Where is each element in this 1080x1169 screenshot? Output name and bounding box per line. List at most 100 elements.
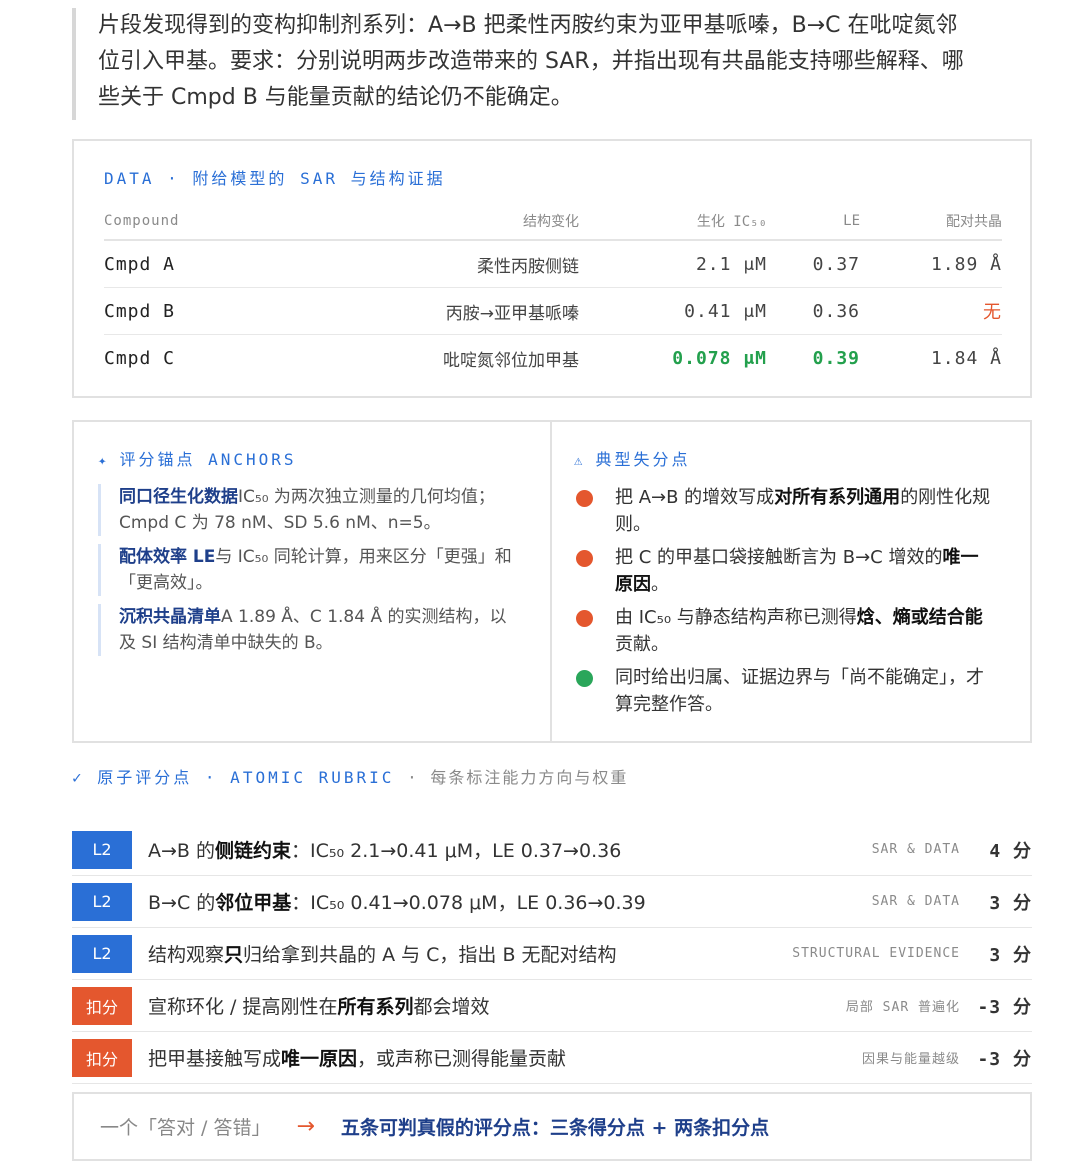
red-dot-icon <box>576 490 593 507</box>
rubric-bold: 所有系列 <box>337 996 414 1018</box>
rubric-tag: 局部 SAR 普遍化 <box>845 1000 960 1015</box>
rubric-row: L2 A→B 的侧链约束：IC₅₀ 2.1→0.41 μM，LE 0.37→0.… <box>72 824 1032 876</box>
mistake-item: 把 C 的甲基口袋接触断言为 B→C 增效的唯一原因。 <box>574 544 994 598</box>
rubric-points: 3 分 <box>960 889 1032 915</box>
cell-le-best: 0.39 <box>812 348 860 369</box>
table-row: Cmpd A 柔性丙胺侧链 2.1 μM 0.37 1.89 Å <box>104 241 1002 288</box>
rubric-tag: STRUCTURAL EVIDENCE <box>792 946 960 961</box>
mistake-text-end: 。 <box>651 574 669 595</box>
cell-cocrystal: 1.89 Å <box>930 253 1002 275</box>
points-unit: 分 <box>1013 996 1032 1018</box>
header-compound: Compound <box>104 213 180 229</box>
rubric-row: L2 结构观察只归给拿到共晶的 A 与 C，指出 B 无配对结构 STRUCTU… <box>72 928 1032 980</box>
intro-line-2: 位引入甲基。要求：分别说明两步改造带来的 SAR，并指出现有共晶能支持哪些解释、… <box>98 49 964 74</box>
rubric-bold: 侧链约束 <box>215 840 292 862</box>
rubric-tag: SAR & DATA <box>871 842 960 857</box>
table-row: Cmpd B 丙胺→亚甲基哌嗪 0.41 μM 0.36 无 <box>104 288 1002 335</box>
mistakes-list: 把 A→B 的增效写成对所有系列通用的刚性化规则。 把 C 的甲基口袋接触断言为… <box>574 484 994 724</box>
cell-change: 丙胺→亚甲基哌嗪 <box>445 303 579 324</box>
cell-le: 0.37 <box>812 253 860 275</box>
summary-box: 一个「答对 / 答错」 → 五条可判真假的评分点：三条得分点 + 两条扣分点 <box>72 1092 1032 1161</box>
cell-cocrystal-missing: 无 <box>983 302 1002 323</box>
summary-right: 五条可判真假的评分点：三条得分点 + 两条扣分点 <box>340 1117 770 1139</box>
rubric-pre: A→B 的 <box>148 840 215 862</box>
red-dot-icon <box>576 610 593 627</box>
level-badge: L2 <box>72 882 132 921</box>
rubric-bold: 邻位甲基 <box>215 892 292 914</box>
anchor-item: 同口径生化数据IC₅₀ 为两次独立测量的几何均值；Cmpd C 为 78 nM、… <box>98 484 518 536</box>
rubric-post: 归给拿到共晶的 A 与 C，指出 B 无配对结构 <box>243 944 617 966</box>
mistake-text: 把 C 的甲基口袋接触断言为 B→C 增效的 <box>615 547 943 568</box>
mistake-item: 把 A→B 的增效写成对所有系列通用的刚性化规则。 <box>574 484 994 538</box>
mistake-text: 由 IC₅₀ 与静态结构声称已测得 <box>615 607 857 628</box>
anchor-item: 配体效率 LE与 IC₅₀ 同轮计算，用来区分「更强」和「更高效」。 <box>98 544 518 596</box>
rubric-post: 都会增效 <box>413 996 490 1018</box>
rubric-pre: 宣称环化 / 提高刚性在 <box>148 996 338 1018</box>
cell-change: 柔性丙胺侧链 <box>477 256 579 277</box>
rubric-points: 3 分 <box>960 941 1032 967</box>
anchors-column: ✦ 评分锚点 ANCHORS 同口径生化数据IC₅₀ 为两次独立测量的几何均值；C… <box>74 422 552 741</box>
rubric-row: 扣分 把甲基接触写成唯一原因，或声称已测得能量贡献 因果与能量越级 -3 分 <box>72 1032 1032 1084</box>
anchor-bold: 同口径生化数据 <box>119 487 238 507</box>
anchor-bold: 沉积共晶清单 <box>119 607 221 627</box>
anchors-title-text: 评分锚点 ANCHORS <box>119 450 297 469</box>
rubric-post: ：IC₅₀ 0.41→0.078 μM，LE 0.36→0.39 <box>291 892 646 914</box>
rubric-post: ：IC₅₀ 2.1→0.41 μM，LE 0.37→0.36 <box>291 840 622 862</box>
rubric-points: 4 分 <box>960 837 1032 863</box>
rubric-points: -3 分 <box>960 1045 1032 1071</box>
level-badge: L2 <box>72 934 132 973</box>
rubric-post: ，或声称已测得能量贡献 <box>357 1048 567 1070</box>
anchor-bold: 配体效率 LE <box>119 547 216 567</box>
mistake-bold: 对所有系列通用 <box>774 487 901 508</box>
cell-ic50: 0.41 μM <box>684 300 767 322</box>
rubric-pre: 结构观察 <box>148 944 225 966</box>
table-header: Compound 结构变化 生化 IC₅₀ LE 配对共晶 <box>104 203 1002 241</box>
data-panel: DATA · 附给模型的 SAR 与结构证据 Compound 结构变化 生化 … <box>72 139 1032 398</box>
rubric-row: L2 B→C 的邻位甲基：IC₅₀ 0.41→0.078 μM，LE 0.36→… <box>72 876 1032 928</box>
points-value: 4 <box>989 840 1002 862</box>
rubric-tag: SAR & DATA <box>871 894 960 909</box>
rubric-list: L2 A→B 的侧链约束：IC₅₀ 2.1→0.41 μM，LE 0.37→0.… <box>72 824 1032 1084</box>
data-panel-title: DATA · 附给模型的 SAR 与结构证据 <box>104 169 446 188</box>
check-icon: ✓ <box>72 768 85 787</box>
summary-left: 一个「答对 / 答错」 <box>100 1117 271 1139</box>
rubric-subtitle: · 每条标注能力方向与权重 <box>407 768 629 787</box>
mistake-item: 同时给出归属、证据边界与「尚不能确定」，才算完整作答。 <box>574 664 994 718</box>
penalty-badge: 扣分 <box>72 1038 132 1077</box>
rubric-text: B→C 的邻位甲基：IC₅₀ 0.41→0.078 μM，LE 0.36→0.3… <box>132 888 760 915</box>
points-unit: 分 <box>1013 944 1032 966</box>
anchors-title: ✦ 评分锚点 ANCHORS <box>98 446 297 470</box>
rubric-row: 扣分 宣称环化 / 提高刚性在所有系列都会增效 局部 SAR 普遍化 -3 分 <box>72 980 1032 1032</box>
rubric-title-text: 原子评分点 · ATOMIC RUBRIC <box>97 768 395 787</box>
intro-quote: 片段发现得到的变构抑制剂系列：A→B 把柔性丙胺约束为亚甲基哌嗪，B→C 在吡啶… <box>72 8 1032 120</box>
mistake-text: 同时给出归属、证据边界与「尚不能确定」，才算完整作答。 <box>615 667 984 715</box>
points-unit: 分 <box>1013 840 1032 862</box>
rubric-bold: 唯一原因 <box>281 1048 358 1070</box>
rubric-text: 宣称环化 / 提高刚性在所有系列都会增效 <box>132 992 760 1019</box>
rubric-points: -3 分 <box>960 993 1032 1019</box>
anchor-item: 沉积共晶清单A 1.89 Å、C 1.84 Å 的实测结构，以及 SI 结构清单… <box>98 604 518 656</box>
rubric-pre: B→C 的 <box>148 892 216 914</box>
mistakes-title-text: 典型失分点 <box>595 450 691 469</box>
table-row: Cmpd C 吡啶氮邻位加甲基 0.078 μM 0.39 1.84 Å <box>104 335 1002 382</box>
anchors-list: 同口径生化数据IC₅₀ 为两次独立测量的几何均值；Cmpd C 为 78 nM、… <box>98 484 518 664</box>
points-value: 3 <box>989 944 1002 966</box>
sar-table: Compound 结构变化 生化 IC₅₀ LE 配对共晶 Cmpd A 柔性丙… <box>104 203 1002 382</box>
intro-line-1: 片段发现得到的变构抑制剂系列：A→B 把柔性丙胺约束为亚甲基哌嗪，B→C 在吡啶… <box>98 13 958 38</box>
penalty-badge: 扣分 <box>72 986 132 1025</box>
mistake-bold: 焓、熵或结合能 <box>856 607 983 628</box>
points-unit: 分 <box>1013 892 1032 914</box>
header-change: 结构变化 <box>523 214 579 230</box>
cell-compound: Cmpd C <box>104 348 176 369</box>
rubric-text: 结构观察只归给拿到共晶的 A 与 C，指出 B 无配对结构 <box>132 940 760 967</box>
points-value: 3 <box>989 892 1002 914</box>
mistakes-title: ⚠ 典型失分点 <box>574 446 690 470</box>
mistakes-column: ⚠ 典型失分点 把 A→B 的增效写成对所有系列通用的刚性化规则。 把 C 的甲基… <box>552 422 1030 741</box>
mistake-text-end: 贡献。 <box>615 634 669 655</box>
cell-ic50-best: 0.078 μM <box>672 348 767 369</box>
rubric-pre: 把甲基接触写成 <box>148 1048 282 1070</box>
rubric-text: A→B 的侧链约束：IC₅₀ 2.1→0.41 μM，LE 0.37→0.36 <box>132 836 760 863</box>
cell-le: 0.36 <box>812 300 860 322</box>
rubric-title: ✓ 原子评分点 · ATOMIC RUBRIC · 每条标注能力方向与权重 <box>72 764 628 788</box>
sparkle-icon: ✦ <box>98 453 110 469</box>
